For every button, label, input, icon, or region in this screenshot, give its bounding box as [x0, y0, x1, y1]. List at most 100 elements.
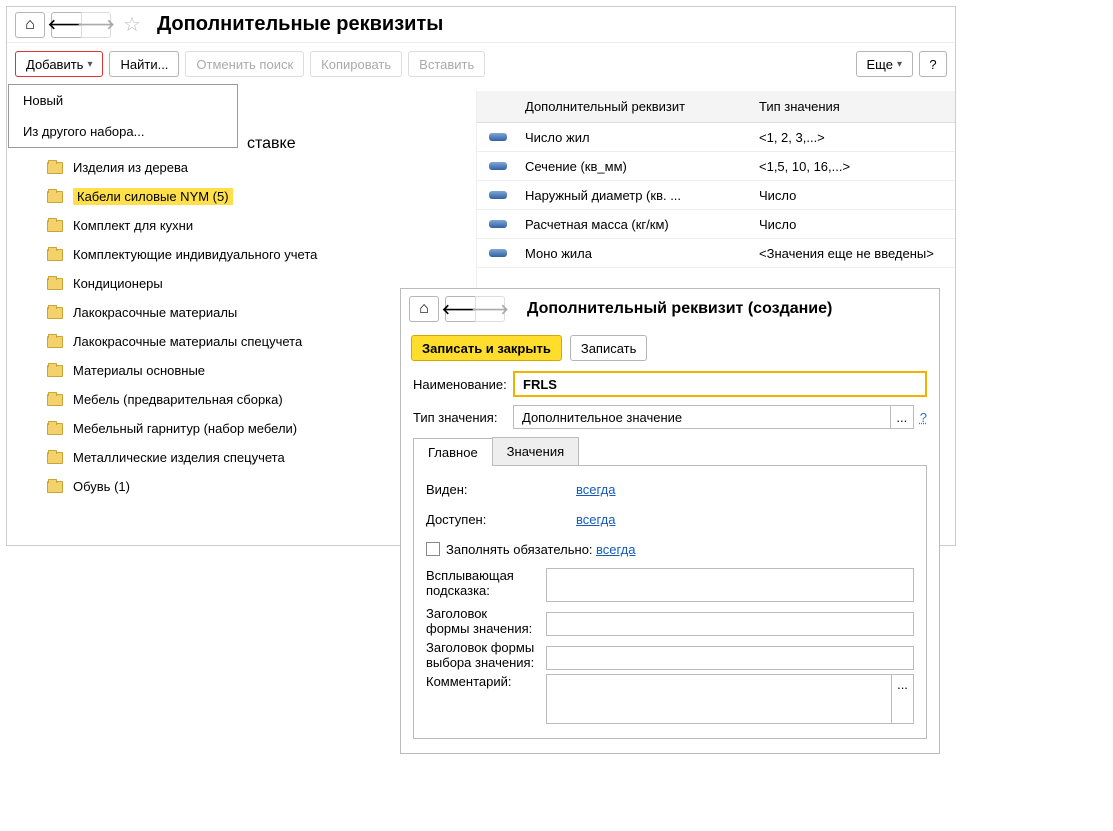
tree-item-label: Материалы основные: [73, 363, 205, 378]
tab-values[interactable]: Значения: [492, 437, 579, 465]
tree-item-label: Комплектующие индивидуального учета: [73, 247, 317, 262]
tree-fragment-label: ставке: [247, 135, 296, 153]
comment-input[interactable]: ...: [546, 674, 914, 724]
grid-cell-type: Число: [755, 217, 955, 232]
menu-item-from-set[interactable]: Из другого набора...: [9, 116, 237, 147]
tree-item-label: Кабели силовые NYM (5): [73, 188, 233, 205]
tree-item-label: Лакокрасочные материалы спецучета: [73, 334, 302, 349]
grid-row[interactable]: Расчетная масса (кг/км)Число: [477, 210, 955, 239]
type-label: Тип значения:: [413, 410, 513, 425]
find-button[interactable]: Найти...: [109, 51, 179, 77]
home-icon: ⌂: [419, 300, 429, 318]
add-menu: Новый Из другого набора...: [8, 84, 238, 148]
chevron-down-icon: ▾: [87, 59, 92, 70]
value-form-title-label2: формы значения:: [426, 621, 546, 636]
grid-cell-name: Сечение (кв_мм): [521, 159, 755, 174]
tree-item-label: Металлические изделия спецучета: [73, 450, 285, 465]
page-title: Дополнительные реквизиты: [157, 13, 443, 36]
arrow-right-icon: 🡒: [471, 301, 509, 318]
value-form-title-label: Заголовок: [426, 606, 546, 621]
tab-main[interactable]: Главное: [413, 438, 493, 466]
folder-icon: [47, 394, 63, 406]
cancel-search-button[interactable]: Отменить поиск: [185, 51, 304, 77]
type-help-icon[interactable]: ?: [920, 410, 927, 425]
tooltip-input[interactable]: [546, 568, 914, 602]
chevron-down-icon: ▾: [897, 59, 902, 70]
folder-icon: [47, 278, 63, 290]
grid-row[interactable]: Наружный диаметр (кв. ...Число: [477, 181, 955, 210]
grid-col-attribute[interactable]: Дополнительный реквизит: [521, 99, 755, 114]
save-and-close-button[interactable]: Записать и закрыть: [411, 335, 562, 361]
available-label: Доступен:: [426, 512, 576, 527]
choice-form-title-input[interactable]: [546, 646, 914, 670]
comment-label: Комментарий:: [426, 674, 546, 689]
folder-icon: [47, 191, 63, 203]
folder-icon: [47, 220, 63, 232]
tag-icon: [489, 191, 507, 199]
create-attribute-dialog: ⌂ 🡐 🡒 Дополнительный реквизит (создание)…: [400, 288, 940, 754]
paste-button[interactable]: Вставить: [408, 51, 485, 77]
tag-icon: [489, 249, 507, 257]
add-button[interactable]: Добавить ▾: [15, 51, 103, 77]
save-button[interactable]: Записать: [570, 335, 648, 361]
folder-icon: [47, 365, 63, 377]
tag-icon: [489, 220, 507, 228]
copy-button[interactable]: Копировать: [310, 51, 402, 77]
folder-icon: [47, 249, 63, 261]
folder-icon: [47, 162, 63, 174]
choice-form-title-label: Заголовок формы: [426, 640, 546, 655]
folder-icon: [47, 423, 63, 435]
visible-label: Виден:: [426, 482, 576, 497]
more-button[interactable]: Еще ▾: [856, 51, 913, 77]
grid-cell-type: <1, 2, 3,...>: [755, 130, 955, 145]
grid-row[interactable]: Число жил<1, 2, 3,...>: [477, 123, 955, 152]
favorite-star-icon[interactable]: ☆: [123, 12, 141, 37]
grid-row[interactable]: Сечение (кв_мм)<1,5, 10, 16,...>: [477, 152, 955, 181]
required-label: Заполнять обязательно:: [446, 542, 593, 557]
folder-icon: [47, 307, 63, 319]
help-button[interactable]: ?: [919, 51, 947, 77]
tree-item[interactable]: Комплект для кухни: [47, 211, 466, 240]
arrow-right-icon: 🡒: [77, 16, 115, 33]
name-input[interactable]: [513, 371, 927, 397]
tree-item-label: Изделия из дерева: [73, 160, 188, 175]
type-input[interactable]: [513, 405, 890, 429]
forward-button[interactable]: 🡒: [81, 12, 111, 38]
tree-item-label: Кондиционеры: [73, 276, 163, 291]
dlg-forward-button[interactable]: 🡒: [475, 296, 505, 322]
tag-icon: [489, 133, 507, 141]
tooltip-label: Всплывающая: [426, 568, 546, 583]
tree-item[interactable]: Кабели силовые NYM (5): [47, 182, 466, 211]
dlg-home-button[interactable]: ⌂: [409, 296, 439, 322]
choice-form-title-label2: выбора значения:: [426, 655, 546, 670]
home-icon: ⌂: [25, 16, 35, 34]
home-button[interactable]: ⌂: [15, 12, 45, 38]
grid-cell-name: Наружный диаметр (кв. ...: [521, 188, 755, 203]
tree-item[interactable]: Комплектующие индивидуального учета: [47, 240, 466, 269]
tree-item-label: Комплект для кухни: [73, 218, 193, 233]
visible-value-link[interactable]: всегда: [576, 482, 615, 497]
folder-icon: [47, 452, 63, 464]
grid-cell-name: Расчетная масса (кг/км): [521, 217, 755, 232]
grid-col-type[interactable]: Тип значения: [755, 99, 955, 114]
tab-main-content: Виден: всегда Доступен: всегда Заполнять…: [413, 466, 927, 739]
required-checkbox[interactable]: [426, 542, 440, 556]
tree-item-label: Лакокрасочные материалы: [73, 305, 237, 320]
tree-item[interactable]: Изделия из дерева: [47, 153, 466, 182]
comment-expand-button[interactable]: ...: [891, 675, 913, 723]
tree-item-label: Обувь (1): [73, 479, 130, 494]
value-form-title-input[interactable]: [546, 612, 914, 636]
more-button-label: Еще: [867, 57, 893, 72]
grid-cell-type: Число: [755, 188, 955, 203]
tag-icon: [489, 162, 507, 170]
required-value-link[interactable]: всегда: [596, 542, 635, 557]
folder-icon: [47, 336, 63, 348]
dialog-title: Дополнительный реквизит (создание): [527, 300, 832, 318]
grid-cell-type: <Значения еще не введены>: [755, 246, 955, 261]
grid-row[interactable]: Моно жила<Значения еще не введены>: [477, 239, 955, 268]
type-choose-button[interactable]: ...: [890, 405, 914, 429]
folder-icon: [47, 481, 63, 493]
menu-item-new[interactable]: Новый: [9, 85, 237, 116]
grid-cell-type: <1,5, 10, 16,...>: [755, 159, 955, 174]
available-value-link[interactable]: всегда: [576, 512, 615, 527]
